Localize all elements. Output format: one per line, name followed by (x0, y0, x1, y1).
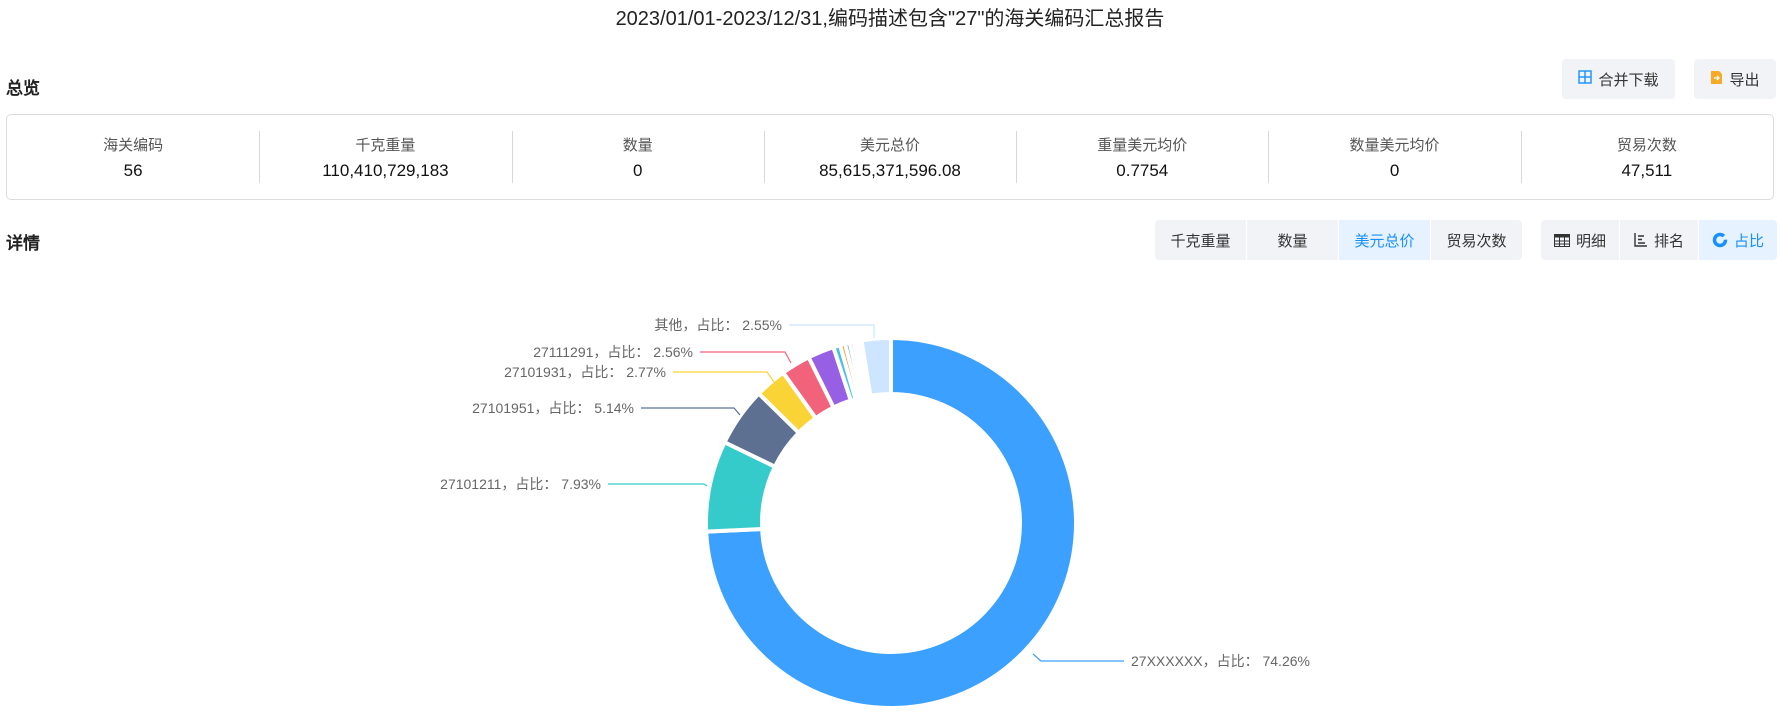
label-guide-line (789, 324, 875, 338)
slice-label: 其他，占比： 2.55% (654, 317, 782, 333)
slice-label: 27101931，占比： 2.77% (504, 364, 666, 380)
label-guide-line (700, 351, 792, 364)
label-guide-line (641, 407, 741, 416)
label-guide-line (608, 483, 708, 487)
label-guide-line (673, 371, 775, 383)
slice-label: 27111291，占比： 2.56% (533, 344, 693, 360)
slice-label: 27101951，占比： 5.14% (472, 400, 634, 416)
slice-label: 27XXXXXX，占比： 74.26% (1131, 653, 1310, 669)
label-guide-line (1032, 653, 1124, 662)
slice-label: 27101211，占比： 7.93% (440, 476, 601, 492)
share-donut-chart: 27XXXXXX，占比： 74.26% 27101211，占比： 7.93% 271… (440, 317, 1310, 710)
